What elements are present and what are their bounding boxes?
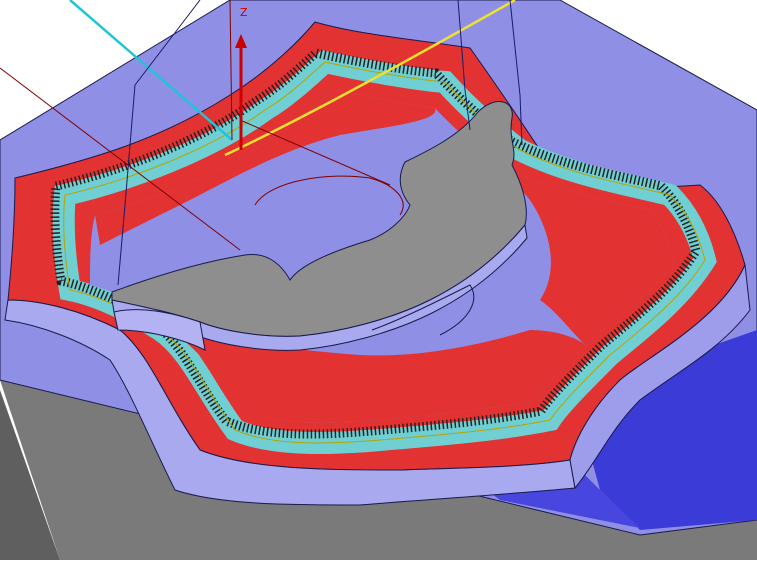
- cam-3d-viewport[interactable]: Z: [0, 0, 757, 560]
- z-axis-label: Z: [240, 6, 248, 19]
- cam-scene: [0, 0, 757, 560]
